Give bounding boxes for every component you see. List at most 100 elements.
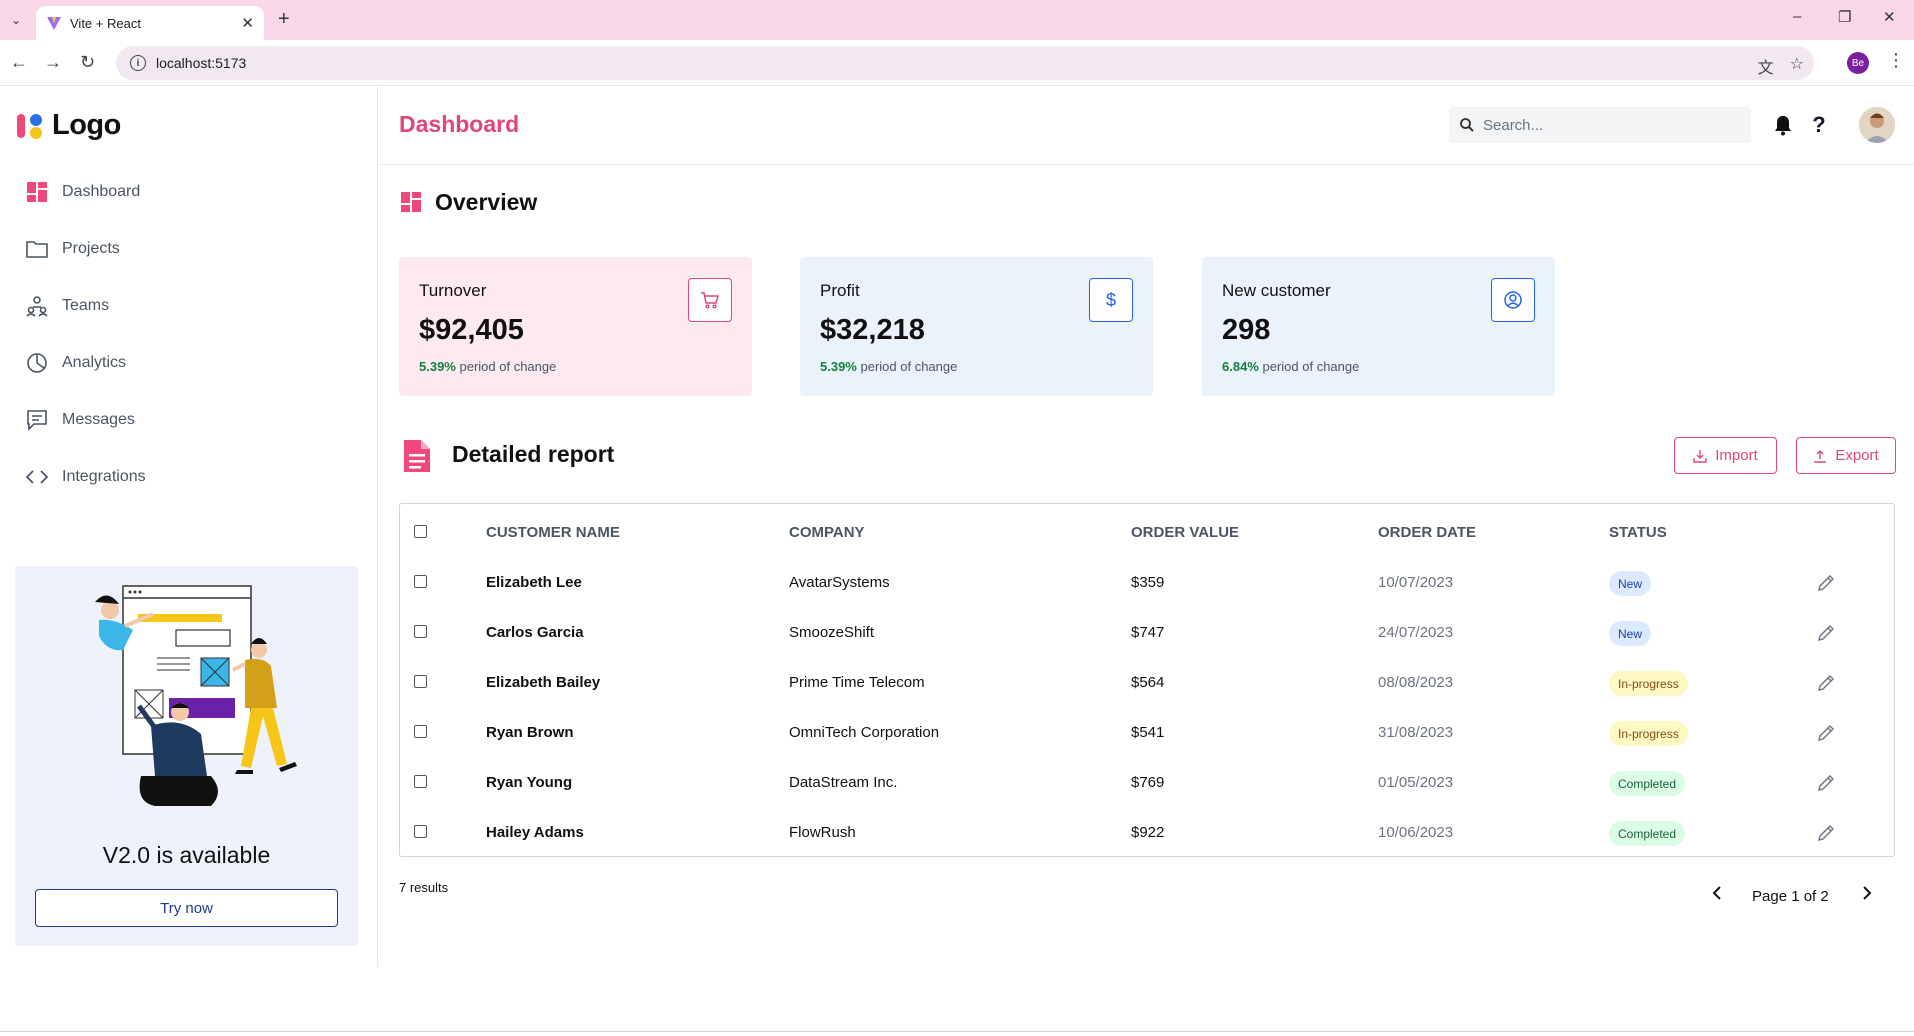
card-title: New customer — [1222, 281, 1331, 300]
sidebar-item-teams[interactable]: Teams — [26, 277, 146, 334]
table-row[interactable]: Elizabeth Lee AvatarSystems $359 10/07/2… — [400, 559, 1896, 609]
status-badge: Completed — [1609, 771, 1686, 796]
order-value: $359 — [1131, 574, 1165, 591]
change-label: period of change — [459, 359, 557, 374]
logo[interactable]: Logo — [16, 109, 121, 142]
browser-menu-icon[interactable]: ⋮ — [1887, 50, 1905, 71]
reload-icon[interactable]: ↻ — [80, 52, 95, 73]
user-circle-icon[interactable] — [1491, 278, 1535, 322]
card-value: $92,405 — [419, 314, 524, 346]
import-button[interactable]: Import — [1674, 437, 1777, 474]
forward-icon[interactable]: → — [44, 52, 62, 73]
new-tab-icon[interactable]: + — [278, 8, 290, 31]
edit-pencil-icon[interactable] — [1816, 673, 1836, 693]
edit-pencil-icon[interactable] — [1816, 773, 1836, 793]
overview-title: Overview — [435, 189, 538, 215]
report-table: CUSTOMER NAME COMPANY ORDER VALUE ORDER … — [399, 503, 1895, 857]
table-row[interactable]: Ryan Brown OmniTech Corporation $541 31/… — [400, 709, 1896, 759]
edit-pencil-icon[interactable] — [1816, 823, 1836, 843]
search-icon — [1460, 118, 1474, 132]
order-date: 01/05/2023 — [1378, 774, 1454, 791]
column-header-order-date[interactable]: ORDER DATE — [1378, 524, 1476, 541]
promo-illustration — [95, 585, 297, 806]
back-icon[interactable]: ← — [10, 52, 28, 73]
cart-icon[interactable] — [688, 278, 732, 322]
sidebar-item-label: Projects — [62, 239, 120, 257]
results-count: 7 results — [399, 880, 449, 895]
edit-pencil-icon[interactable] — [1816, 573, 1836, 593]
order-date: 24/07/2023 — [1378, 624, 1454, 641]
close-window-icon[interactable]: ✕ — [1883, 8, 1896, 26]
row-checkbox[interactable] — [414, 675, 427, 688]
card-title: Profit — [820, 281, 860, 300]
browser-tab-strip: ⌄ Vite + React ✕ + – ❐ ✕ — [0, 0, 1914, 40]
close-tab-icon[interactable]: ✕ — [241, 14, 254, 32]
vite-icon — [47, 17, 61, 30]
sidebar-item-messages[interactable]: Messages — [26, 391, 146, 448]
table-row[interactable]: Carlos Garcia SmoozeShift $747 24/07/202… — [400, 609, 1896, 659]
chevron-right-icon[interactable] — [1860, 885, 1874, 905]
bookmark-star-icon[interactable]: ☆ — [1790, 54, 1804, 78]
export-button[interactable]: Export — [1796, 437, 1896, 474]
sidebar-item-dashboard[interactable]: Dashboard — [26, 163, 146, 220]
search-box[interactable] — [1449, 107, 1751, 143]
profit-card: Profit $32,218 5.39% period of change $ — [800, 257, 1153, 396]
sidebar-item-label: Dashboard — [62, 182, 141, 200]
sidebar-item-projects[interactable]: Projects — [26, 220, 146, 277]
card-change: 5.39% period of change — [419, 359, 556, 374]
report-document-icon — [404, 440, 430, 472]
dollar-icon[interactable]: $ — [1089, 278, 1133, 322]
row-checkbox[interactable] — [414, 575, 427, 588]
card-change: 6.84% period of change — [1222, 359, 1359, 374]
chevron-left-icon[interactable] — [1710, 885, 1724, 905]
edit-pencil-icon[interactable] — [1816, 723, 1836, 743]
row-checkbox[interactable] — [414, 725, 427, 738]
url-field[interactable]: i localhost:5173 文 ☆ — [116, 46, 1814, 80]
customer-name: Ryan Young — [486, 774, 573, 791]
avatar[interactable] — [1859, 107, 1895, 143]
select-all-checkbox[interactable] — [414, 525, 427, 538]
tab-search-icon[interactable]: ⌄ — [6, 10, 26, 30]
url-text: localhost:5173 — [156, 55, 247, 71]
sidebar-item-label: Messages — [62, 410, 135, 428]
browser-tab[interactable]: Vite + React ✕ — [36, 6, 264, 40]
upload-icon — [1814, 449, 1827, 463]
order-value: $922 — [1131, 824, 1165, 841]
customer-name: Hailey Adams — [486, 824, 584, 841]
status-badge: New — [1609, 621, 1652, 646]
sidebar-item-label: Teams — [62, 296, 110, 314]
search-input[interactable] — [1483, 116, 1733, 134]
report-title: Detailed report — [452, 441, 615, 467]
dashboard-icon — [26, 181, 48, 203]
table-row[interactable]: Hailey Adams FlowRush $922 10/06/2023 Co… — [400, 809, 1896, 859]
column-header-customer-name[interactable]: CUSTOMER NAME — [486, 524, 620, 541]
page-title: Dashboard — [399, 111, 520, 137]
table-row[interactable]: Ryan Young DataStream Inc. $769 01/05/20… — [400, 759, 1896, 809]
company: OmniTech Corporation — [789, 724, 940, 741]
change-label: period of change — [860, 359, 958, 374]
row-checkbox[interactable] — [414, 775, 427, 788]
translate-icon[interactable]: 文 — [1758, 54, 1774, 78]
teams-icon — [26, 295, 48, 317]
column-header-company[interactable]: COMPANY — [789, 524, 865, 541]
sidebar-item-integrations[interactable]: Integrations — [26, 448, 146, 505]
bell-icon[interactable] — [1771, 113, 1795, 137]
restore-icon[interactable]: ❐ — [1838, 8, 1851, 26]
overview-icon — [401, 192, 421, 212]
logo-mark-icon — [17, 113, 42, 139]
try-now-button[interactable]: Try now — [35, 889, 338, 927]
sidebar-item-analytics[interactable]: Analytics — [26, 334, 146, 391]
column-header-order-value[interactable]: ORDER VALUE — [1131, 524, 1239, 541]
minimize-icon[interactable]: – — [1793, 8, 1801, 25]
customer-name: Carlos Garcia — [486, 624, 584, 641]
row-checkbox[interactable] — [414, 625, 427, 638]
new-customer-card: New customer 298 6.84% period of change — [1202, 257, 1555, 396]
browser-profile-avatar[interactable]: Be — [1847, 52, 1869, 74]
column-header-status[interactable]: STATUS — [1609, 524, 1667, 541]
help-icon[interactable]: ? — [1807, 112, 1831, 137]
table-row[interactable]: Elizabeth Bailey Prime Time Telecom $564… — [400, 659, 1896, 709]
site-info-icon[interactable]: i — [130, 55, 146, 71]
row-checkbox[interactable] — [414, 825, 427, 838]
edit-pencil-icon[interactable] — [1816, 623, 1836, 643]
status-badge: Completed — [1609, 821, 1686, 846]
